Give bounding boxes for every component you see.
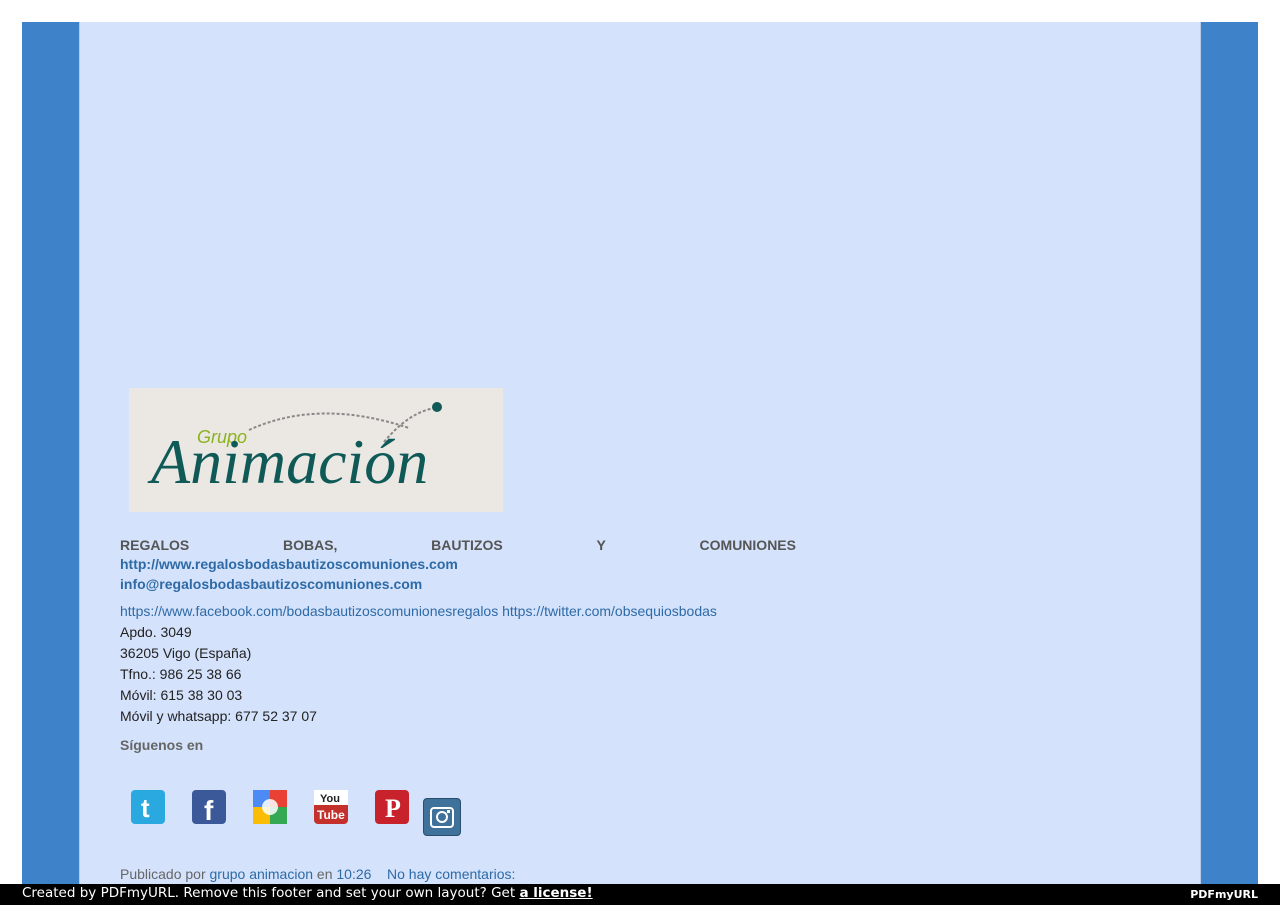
published-by-label: Publicado por [120, 866, 206, 882]
comments-link[interactable]: No hay comentarios: [387, 866, 515, 882]
pdfmyurl-logo: PDFmyURL [1190, 888, 1258, 901]
facebook-icon[interactable]: f [192, 790, 226, 826]
address-line-2: 36205 Vigo (España) [120, 645, 252, 661]
at-label: en [316, 866, 333, 882]
address-line-1: Apdo. 3049 [120, 624, 192, 640]
svg-text:t: t [141, 793, 150, 823]
post-time-link[interactable]: 10:26 [336, 866, 371, 882]
youtube-icon[interactable]: You Tube [314, 790, 348, 824]
website-link[interactable]: http://www.regalosbodasbautizoscomunione… [120, 556, 458, 572]
svg-text:Tube: Tube [317, 808, 345, 822]
license-link[interactable]: a license! [519, 885, 592, 901]
social-icons-row: t f You Tube P [131, 790, 471, 836]
svg-text:P: P [385, 794, 401, 823]
instagram-icon[interactable] [423, 798, 461, 836]
twitter-icon[interactable]: t [131, 790, 165, 824]
google-icon[interactable] [253, 790, 287, 824]
facebook-link[interactable]: https://www.facebook.com/bodasbautizosco… [120, 603, 498, 619]
svg-text:You: You [320, 793, 340, 805]
pdfmyurl-footer: Created by PDFmyURL. Remove this footer … [0, 884, 1280, 905]
headline-word: Y [596, 537, 606, 553]
logo-main-text: Animación [147, 426, 428, 497]
whatsapp-text: Móvil y whatsapp: 677 52 37 07 [120, 708, 317, 724]
author-link[interactable]: grupo animacion [210, 866, 314, 882]
phone-text: Tfno.: 986 25 38 66 [120, 666, 242, 682]
footer-text: Created by PDFmyURL. Remove this footer … [22, 885, 516, 901]
headline: REGALOS BOBAS, BAUTIZOS Y COMUNIONES [120, 537, 796, 553]
email-link[interactable]: info@regalosbodasbautizoscomuniones.com [120, 576, 422, 592]
footer-text-wrap: Created by PDFmyURL. Remove this footer … [22, 885, 593, 901]
svg-text:f: f [204, 795, 214, 824]
pinterest-icon[interactable]: P [375, 790, 409, 824]
headline-word: BAUTIZOS [431, 537, 503, 553]
social-links-line: https://www.facebook.com/bodasbautizosco… [120, 603, 717, 619]
headline-word: BOBAS, [282, 537, 338, 553]
post-meta: Publicado por grupo animacion en 10:26 N… [120, 866, 515, 882]
twitter-link[interactable]: https://twitter.com/obsequiosbodas [502, 603, 717, 619]
grupo-animacion-logo: Grupo Animación [129, 388, 503, 512]
mobile-text: Móvil: 615 38 30 03 [120, 687, 243, 703]
follow-us-title: Síguenos en [120, 737, 204, 753]
headline-word: REGALOS [120, 537, 190, 553]
headline-word: COMUNIONES [699, 537, 796, 553]
